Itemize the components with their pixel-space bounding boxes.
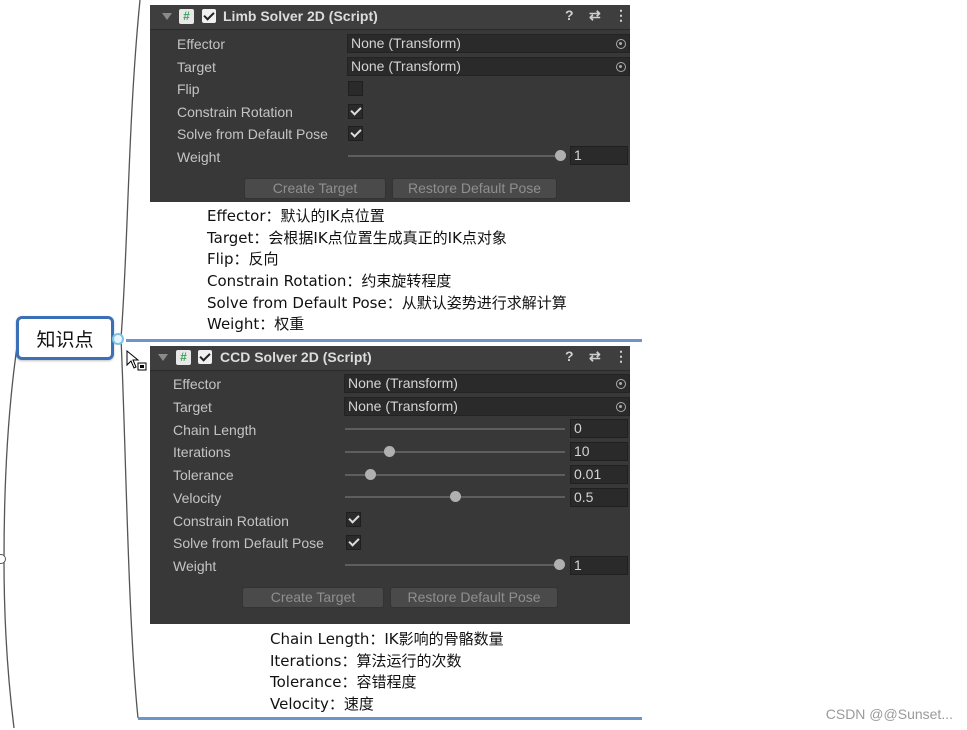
- mindmap-node-knowledge[interactable]: 知识点: [16, 316, 114, 360]
- velocity-input[interactable]: 0.5: [570, 488, 628, 507]
- weight-slider-knob[interactable]: [555, 150, 566, 161]
- tolerance-slider-knob[interactable]: [365, 469, 376, 480]
- component-title: Limb Solver 2D (Script): [223, 8, 378, 24]
- help-icon[interactable]: ?: [565, 348, 574, 364]
- help-icon[interactable]: ?: [565, 7, 574, 23]
- effector-label: Effector: [177, 36, 225, 52]
- flip-checkbox[interactable]: [348, 81, 363, 96]
- weight-label: Weight: [173, 558, 217, 574]
- weight-input[interactable]: 1: [570, 556, 628, 575]
- fold-arrow-icon[interactable]: [162, 13, 172, 20]
- constrain-rotation-label: Constrain Rotation: [173, 513, 289, 529]
- iterations-slider-knob[interactable]: [384, 446, 395, 457]
- note-solve-default-pose: Solve from Default Pose：从默认姿势进行求解计算: [207, 294, 567, 312]
- target-label: Target: [173, 399, 212, 415]
- target-field[interactable]: None (Transform): [347, 57, 630, 76]
- object-picker-icon[interactable]: [616, 62, 626, 72]
- more-options-icon[interactable]: ⋮: [614, 7, 628, 24]
- note-flip: Flip：反向: [207, 250, 279, 268]
- watermark: CSDN @@Sunset...: [825, 706, 953, 722]
- script-icon: #: [176, 350, 191, 365]
- section-divider-top: [126, 339, 642, 342]
- create-target-button[interactable]: Create Target: [242, 587, 384, 608]
- weight-slider-knob[interactable]: [554, 559, 565, 570]
- constrain-rotation-label: Constrain Rotation: [177, 104, 293, 120]
- iterations-input[interactable]: 10: [570, 442, 628, 461]
- note-effector: Effector：默认的IK点位置: [207, 207, 385, 225]
- more-options-icon[interactable]: ⋮: [614, 348, 628, 365]
- ccd-solver-panel: # CCD Solver 2D (Script) ? ⇄ ⋮ Effector …: [150, 346, 630, 624]
- note-constrain-rotation: Constrain Rotation：约束旋转程度: [207, 272, 452, 290]
- target-label: Target: [177, 59, 216, 75]
- iterations-label: Iterations: [173, 444, 231, 460]
- effector-label: Effector: [173, 376, 221, 392]
- node-connector-handle[interactable]: [112, 333, 124, 345]
- iterations-slider-track[interactable]: [345, 451, 565, 453]
- mouse-cursor-icon: [126, 350, 147, 371]
- note-iterations: Iterations：算法运行的次数: [270, 652, 462, 670]
- chain-length-slider-track[interactable]: [345, 428, 565, 430]
- effector-field[interactable]: None (Transform): [344, 374, 630, 393]
- preset-icon[interactable]: ⇄: [589, 348, 601, 365]
- note-target: Target：会根据IK点位置生成真正的IK点对象: [207, 229, 507, 247]
- chain-length-input[interactable]: 0: [570, 419, 628, 438]
- solve-default-pose-label: Solve from Default Pose: [173, 535, 324, 551]
- preset-icon[interactable]: ⇄: [589, 7, 601, 24]
- constrain-rotation-checkbox[interactable]: [346, 512, 361, 527]
- velocity-slider-knob[interactable]: [450, 491, 461, 502]
- chain-length-label: Chain Length: [173, 422, 257, 438]
- panel-header: # CCD Solver 2D (Script) ? ⇄ ⋮: [150, 346, 630, 371]
- limb-solver-panel: # Limb Solver 2D (Script) ? ⇄ ⋮ Effector…: [150, 5, 630, 202]
- component-title: CCD Solver 2D (Script): [220, 349, 372, 365]
- weight-input[interactable]: 1: [570, 146, 628, 165]
- script-icon: #: [179, 9, 194, 24]
- weight-slider-track[interactable]: [345, 564, 565, 566]
- flip-label: Flip: [177, 81, 200, 97]
- node-collapse-handle[interactable]: [0, 554, 6, 564]
- restore-default-pose-button[interactable]: Restore Default Pose: [390, 587, 558, 608]
- solve-default-pose-label: Solve from Default Pose: [177, 126, 328, 142]
- weight-slider-track[interactable]: [348, 155, 562, 157]
- section-divider-bottom: [138, 717, 642, 720]
- fold-arrow-icon[interactable]: [158, 354, 168, 361]
- target-field[interactable]: None (Transform): [344, 397, 630, 416]
- object-picker-icon[interactable]: [616, 379, 626, 389]
- effector-field[interactable]: None (Transform): [347, 34, 630, 53]
- note-chain-length: Chain Length：IK影响的骨骼数量: [270, 630, 504, 648]
- panel-header: # Limb Solver 2D (Script) ? ⇄ ⋮: [150, 5, 630, 30]
- mindmap-node-label: 知识点: [36, 328, 94, 351]
- solve-default-pose-checkbox[interactable]: [346, 535, 361, 550]
- weight-label: Weight: [177, 149, 221, 165]
- create-target-button[interactable]: Create Target: [244, 178, 386, 199]
- velocity-label: Velocity: [173, 490, 222, 506]
- note-velocity: Velocity：速度: [270, 695, 374, 713]
- enable-checkbox[interactable]: [202, 9, 216, 23]
- enable-checkbox[interactable]: [198, 350, 212, 364]
- object-picker-icon[interactable]: [616, 402, 626, 412]
- tolerance-slider-track[interactable]: [345, 474, 565, 476]
- object-picker-icon[interactable]: [616, 39, 626, 49]
- constrain-rotation-checkbox[interactable]: [348, 104, 363, 119]
- note-weight: Weight：权重: [207, 315, 305, 333]
- tolerance-label: Tolerance: [173, 467, 234, 483]
- tolerance-input[interactable]: 0.01: [570, 465, 628, 484]
- note-tolerance: Tolerance：容错程度: [270, 673, 417, 691]
- restore-default-pose-button[interactable]: Restore Default Pose: [392, 178, 557, 199]
- solve-default-pose-checkbox[interactable]: [348, 126, 363, 141]
